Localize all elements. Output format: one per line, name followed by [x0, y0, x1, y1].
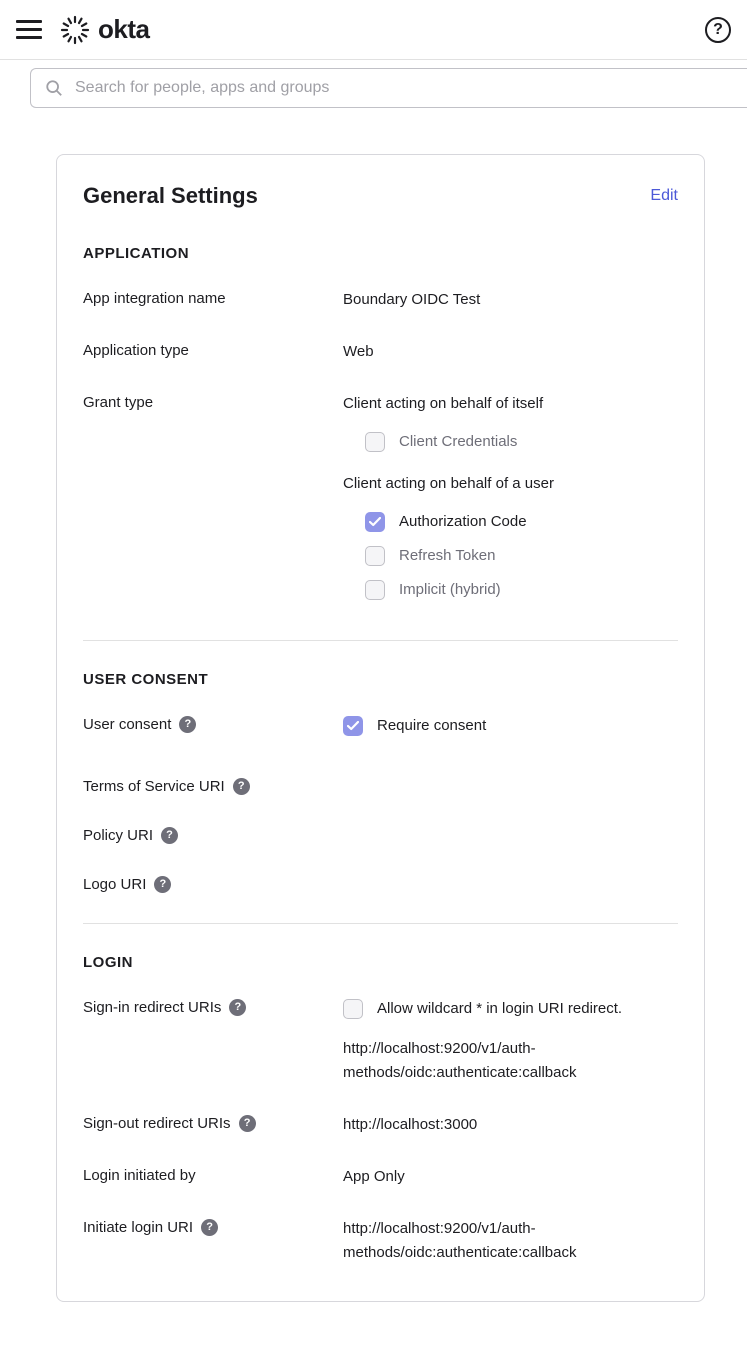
app-integration-name-value: Boundary OIDC Test — [343, 288, 678, 312]
menu-icon[interactable] — [16, 16, 44, 44]
section-heading-login: LOGIN — [83, 954, 678, 971]
help-tooltip-icon[interactable]: ? — [233, 778, 250, 795]
card-title: General Settings — [83, 183, 258, 209]
divider — [83, 923, 678, 924]
top-bar: okta ? — [0, 0, 747, 60]
search-icon — [45, 79, 63, 97]
grant-client-credentials-row: Client Credentials — [365, 430, 678, 454]
allow-wildcard-row: Allow wildcard * in login URI redirect. — [343, 997, 678, 1021]
grant-type-label: Grant type — [83, 392, 335, 413]
brand-name: okta — [98, 14, 149, 45]
checkbox-checked-icon[interactable] — [343, 716, 363, 736]
general-settings-card: General Settings Edit APPLICATION App in… — [56, 154, 705, 1302]
checkbox-checked-icon[interactable] — [365, 512, 385, 532]
divider — [83, 640, 678, 641]
logo-uri-label: Logo URI ? — [83, 874, 335, 895]
help-tooltip-icon[interactable]: ? — [179, 716, 196, 733]
checkbox-unchecked-icon[interactable] — [365, 580, 385, 600]
checkbox-unchecked-icon[interactable] — [365, 546, 385, 566]
search-input[interactable] — [75, 79, 733, 97]
application-type-value: Web — [343, 340, 678, 364]
grant-implicit-label: Implicit (hybrid) — [399, 578, 501, 602]
grant-user-heading: Client acting on behalf of a user — [343, 472, 678, 496]
grant-refresh-token-label: Refresh Token — [399, 544, 495, 568]
okta-burst-icon — [60, 15, 90, 45]
grant-authorization-code-row: Authorization Code — [365, 510, 678, 534]
signout-redirect-value: http://localhost:3000 — [343, 1113, 678, 1137]
require-consent-label: Require consent — [377, 714, 486, 738]
checkbox-unchecked-icon[interactable] — [343, 999, 363, 1019]
app-integration-name-label: App integration name — [83, 288, 335, 309]
grant-implicit-row: Implicit (hybrid) — [365, 578, 678, 602]
checkbox-unchecked-icon[interactable] — [365, 432, 385, 452]
search-bar[interactable] — [30, 68, 747, 108]
signout-redirect-label: Sign-out redirect URIs ? — [83, 1113, 335, 1134]
initiate-login-uri-label: Initiate login URI ? — [83, 1217, 335, 1238]
help-tooltip-icon[interactable]: ? — [229, 999, 246, 1016]
login-initiated-by-label: Login initiated by — [83, 1165, 335, 1186]
section-heading-consent: USER CONSENT — [83, 671, 678, 688]
tos-uri-label: Terms of Service URI ? — [83, 776, 335, 797]
grant-authorization-code-label: Authorization Code — [399, 510, 527, 534]
initiate-login-uri-value: http://localhost:9200/v1/auth-methods/oi… — [343, 1217, 678, 1265]
login-initiated-by-value: App Only — [343, 1165, 678, 1189]
require-consent-row: Require consent — [343, 714, 678, 738]
help-icon[interactable]: ? — [705, 17, 731, 43]
user-consent-label: User consent ? — [83, 714, 335, 735]
help-tooltip-icon[interactable]: ? — [239, 1115, 256, 1132]
signin-redirect-value: http://localhost:9200/v1/auth-methods/oi… — [343, 1037, 678, 1085]
grant-client-credentials-label: Client Credentials — [399, 430, 517, 454]
application-type-label: Application type — [83, 340, 335, 361]
grant-self-heading: Client acting on behalf of itself — [343, 392, 678, 416]
allow-wildcard-label: Allow wildcard * in login URI redirect. — [377, 997, 622, 1021]
signin-redirect-label: Sign-in redirect URIs ? — [83, 997, 335, 1018]
grant-refresh-token-row: Refresh Token — [365, 544, 678, 568]
help-tooltip-icon[interactable]: ? — [154, 876, 171, 893]
help-tooltip-icon[interactable]: ? — [201, 1219, 218, 1236]
edit-button[interactable]: Edit — [650, 187, 678, 205]
brand-logo[interactable]: okta — [60, 14, 149, 45]
policy-uri-label: Policy URI ? — [83, 825, 335, 846]
help-tooltip-icon[interactable]: ? — [161, 827, 178, 844]
section-heading-application: APPLICATION — [83, 245, 678, 262]
